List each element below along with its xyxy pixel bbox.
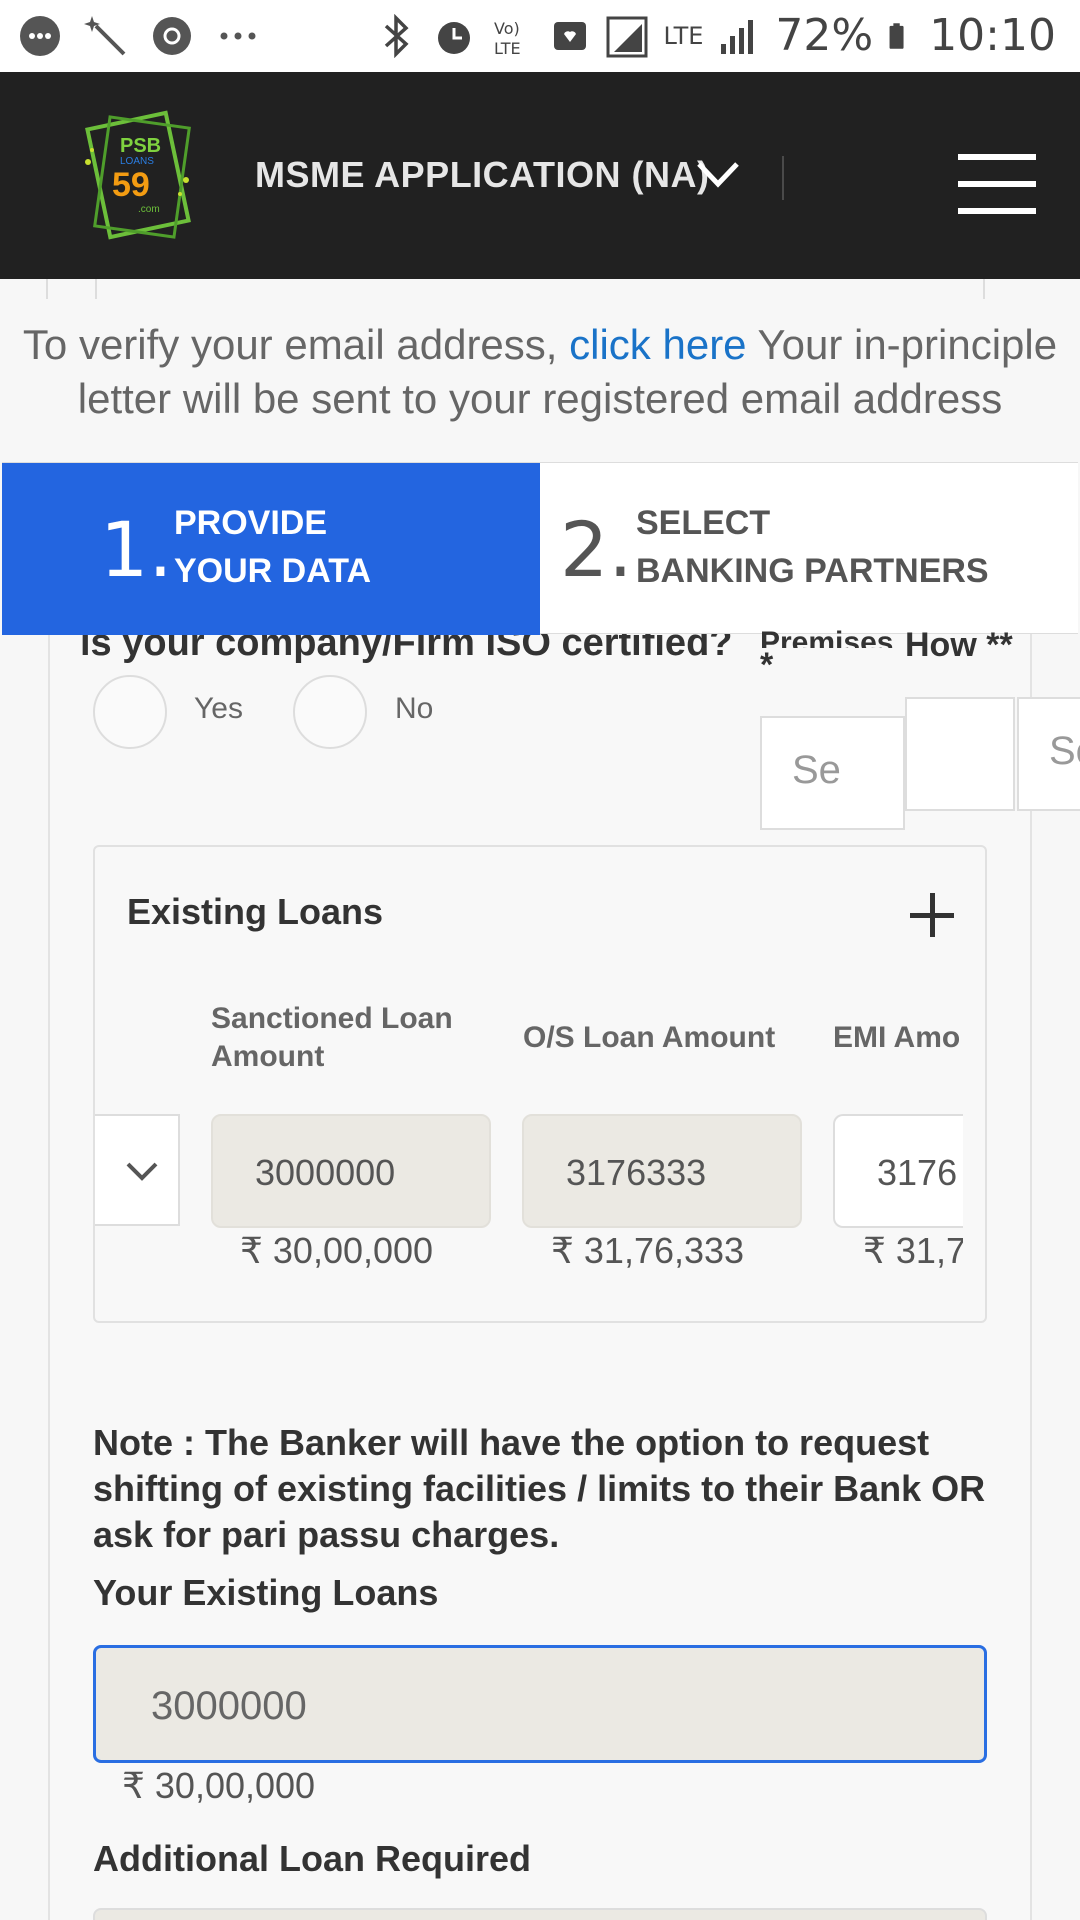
svg-text:59: 59 [112,166,150,204]
step-number: 1. [100,505,173,594]
card-edge [46,279,48,299]
stepper: 1. PROVIDE YOUR DATA 2. SELECT BANKING P… [2,462,1078,635]
notification-icon [553,21,586,50]
your-existing-loans-input[interactable]: 3000000 [93,1645,987,1763]
existing-loans-title: Existing Loans [127,891,384,932]
network-label: LTE [663,21,704,50]
settings-icon [153,17,191,55]
alarm-icon [437,21,470,54]
step-label-line: PROVIDE [174,504,328,542]
psb-loans-logo[interactable]: PSB LOANS 59 .com [80,110,200,240]
menu-icon[interactable] [958,154,1036,214]
battery-percent: 72% [775,10,874,61]
banker-note: Note : The Banker will have the option t… [93,1422,986,1555]
bluetooth-icon [384,13,409,58]
card-edge [983,279,985,299]
step-label-line: SELECT [636,504,771,542]
svg-text:LTE: LTE [494,39,521,58]
verify-email-link[interactable]: click here [569,321,746,368]
sanctioned-amount-formatted: ₹ 30,00,000 [240,1230,434,1271]
additional-loan-label: Additional Loan Required [93,1838,531,1879]
chevron-down-icon[interactable] [695,154,741,194]
signal-icon [606,16,647,57]
radio-no[interactable] [293,675,367,749]
divider [782,156,784,200]
verify-email-banner: To verify your email address, click here… [0,318,1080,426]
application-title[interactable]: MSME APPLICATION (NA) [255,154,709,196]
status-bar: Vo) LTE LTE 72% 10:10 [0,0,1080,72]
svg-text:.com: .com [138,204,160,215]
existing-loans-card: Existing Loans Sanctioned Loan Amount O/… [93,845,987,1323]
your-existing-loans-formatted: ₹ 30,00,000 [122,1765,316,1806]
svg-text:PSB: PSB [120,135,161,157]
how-select-empty[interactable] [905,697,1015,811]
step-label: SELECT BANKING PARTNERS [636,499,989,595]
loan-type-dropdown[interactable] [95,1114,180,1226]
message-icon [20,16,60,56]
add-loan-icon[interactable] [910,893,954,937]
chevron-down-icon [126,1162,158,1181]
how-label: How ** [905,626,1013,664]
radio-no-label: No [395,692,434,725]
emi-amount-formatted: ₹ 31,7 [863,1230,963,1271]
sanctioned-amount-input[interactable]: 3000000 [211,1114,491,1228]
premises-required: * [760,646,774,684]
outstanding-amount-formatted: ₹ 31,76,333 [551,1230,745,1271]
verify-text-before: To verify your email address, [22,321,570,368]
premises-select[interactable]: Se [760,716,905,830]
more-icon [220,32,256,40]
battery-icon [889,22,904,49]
step-label: PROVIDE YOUR DATA [174,499,371,595]
step-label-line: YOUR DATA [174,552,372,590]
app-bar: PSB LOANS 59 .com MSME APPLICATION (NA) [0,72,1080,279]
col-sanctioned: Sanctioned Loan Amount [211,1002,453,1073]
wand-icon [84,16,126,56]
radio-yes[interactable] [93,675,167,749]
step-number: 2. [560,505,633,594]
clock: 10:10 [929,10,1056,61]
radio-yes-label: Yes [194,692,243,725]
svg-text:Vo): Vo) [494,19,520,38]
signal-bars-icon [721,19,754,54]
col-outstanding: O/S Loan Amount [523,1021,776,1054]
step-label-line: BANKING PARTNERS [636,552,989,590]
your-existing-loans-label: Your Existing Loans [93,1572,439,1613]
volte-icon: Vo)LTE [494,19,521,58]
card-edge [95,279,97,299]
col-emi: EMI Amo [833,1021,961,1054]
outstanding-amount-input[interactable]: 3176333 [522,1114,802,1228]
emi-amount-input[interactable]: 3176 [833,1114,963,1228]
step-provide-data[interactable]: 1. PROVIDE YOUR DATA [2,463,540,635]
how-select[interactable]: Se [1017,697,1080,811]
premises-label: Premises [760,626,894,648]
additional-loan-input[interactable] [93,1908,987,1920]
